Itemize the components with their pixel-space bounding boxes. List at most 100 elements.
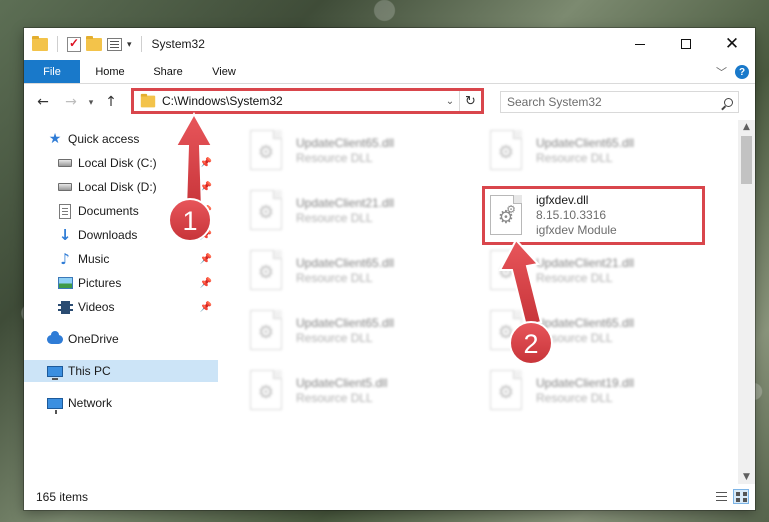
sidebar-item-local-disk-d[interactable]: Local Disk (D:) 📌 <box>24 176 218 198</box>
up-button[interactable]: ↑ <box>100 91 122 113</box>
sidebar-item-label: Documents <box>78 204 139 218</box>
onedrive-icon <box>47 330 63 347</box>
close-button[interactable]: ✕ <box>709 28 755 60</box>
dll-file-icon: ⚙ <box>250 370 282 410</box>
tiles-view-button[interactable] <box>733 489 749 504</box>
file-name: UpdateClient65.dll <box>536 315 635 330</box>
vertical-scrollbar[interactable]: ▲ ▼ <box>738 120 755 484</box>
file-name: UpdateClient65.dll <box>296 255 395 270</box>
address-dropdown-icon[interactable]: ⌄ <box>441 96 459 107</box>
tiles-view-icon <box>735 491 747 502</box>
address-path[interactable]: C:\Windows\System32 <box>162 94 441 108</box>
dll-file-icon: ⚙ <box>250 130 282 170</box>
maximize-button[interactable] <box>663 28 709 60</box>
sidebar-item-quick-access[interactable]: ★ Quick access <box>24 128 218 150</box>
music-icon: ♪ <box>60 250 70 268</box>
window-controls: ✕ <box>617 28 755 60</box>
network-icon <box>47 395 63 414</box>
file-list: ⚙ UpdateClient65.dll Resource DLL ⚙ Updat… <box>218 120 738 484</box>
folder-icon <box>140 93 156 107</box>
back-button[interactable]: ← <box>32 91 54 113</box>
file-item[interactable]: ⚙ UpdateClient65.dll Resource DLL <box>482 304 704 356</box>
dll-file-icon: ⚙ <box>250 190 282 230</box>
tab-share[interactable]: Share <box>140 60 196 83</box>
file-item[interactable]: ⚙ UpdateClient5.dll Resource DLL <box>242 364 464 416</box>
sidebar-item-documents[interactable]: Documents 📌 <box>24 200 218 222</box>
sidebar-item-videos[interactable]: Videos 📌 <box>24 296 218 318</box>
tab-file[interactable]: File <box>24 60 80 83</box>
this-pc-icon <box>47 363 63 380</box>
tab-view[interactable]: View <box>196 60 252 83</box>
scroll-up-button[interactable]: ▲ <box>738 120 755 134</box>
item-count: 165 items <box>36 490 89 504</box>
sidebar-item-label: Network <box>68 396 113 410</box>
search-icon[interactable] <box>718 97 738 107</box>
downloads-icon: ↓ <box>58 226 72 244</box>
refresh-icon[interactable]: ↻ <box>459 91 481 111</box>
pin-icon[interactable]: 📌 <box>200 158 212 169</box>
tab-home[interactable]: Home <box>80 60 140 83</box>
pin-icon[interactable]: 📌 <box>200 302 212 313</box>
file-item[interactable]: ⚙ UpdateClient65.dll Resource DLL <box>482 124 704 176</box>
help-icon[interactable]: ? <box>735 65 749 79</box>
sidebar-item-label: Local Disk (D:) <box>78 180 157 194</box>
sidebar-item-onedrive[interactable]: OneDrive <box>24 328 218 350</box>
ribbon-tabs: File Home Share View ﹀ ? <box>24 60 755 84</box>
expand-ribbon-icon[interactable]: ﹀ <box>716 64 727 80</box>
sidebar-item-music[interactable]: ♪ Music 📌 <box>24 248 218 270</box>
search-box[interactable] <box>500 91 739 113</box>
file-item[interactable]: ⚙ UpdateClient65.dll Resource DLL <box>242 244 464 296</box>
dll-file-icon: ⚙ <box>250 250 282 290</box>
pin-icon[interactable]: 📌 <box>200 182 212 193</box>
file-type: Resource DLL <box>296 270 373 285</box>
file-item[interactable]: ⚙ UpdateClient21.dll Resource DLL <box>482 244 704 296</box>
scroll-thumb[interactable] <box>741 136 752 184</box>
details-view-button[interactable] <box>713 489 729 504</box>
forward-button[interactable]: → <box>60 91 82 113</box>
dll-file-icon: ⚙ <box>250 310 282 350</box>
sidebar-item-pictures[interactable]: Pictures 📌 <box>24 272 218 294</box>
recent-locations-button[interactable]: ▾ <box>84 97 98 108</box>
file-item[interactable]: ⚙ UpdateClient65.dll Resource DLL <box>242 304 464 356</box>
chevron-down-icon[interactable]: ▾ <box>127 39 132 50</box>
sidebar-item-network[interactable]: Network <box>24 392 218 414</box>
address-bar[interactable]: C:\Windows\System32 ⌄ ↻ <box>131 88 484 114</box>
sidebar-item-label: Pictures <box>78 276 122 290</box>
pin-icon[interactable]: 📌 <box>200 254 212 265</box>
new-folder-icon[interactable] <box>86 35 102 51</box>
up-arrow-icon: ↑ <box>105 94 117 110</box>
file-item[interactable]: ⚙ UpdateClient65.dll Resource DLL <box>242 124 464 176</box>
sidebar-item-local-disk-c[interactable]: Local Disk (C:) 📌 <box>24 152 218 174</box>
divider <box>57 36 58 52</box>
folder-icon[interactable] <box>32 35 48 51</box>
pin-icon[interactable]: 📌 <box>200 206 212 217</box>
dll-file-icon: ⚙ <box>490 250 522 290</box>
scroll-down-button[interactable]: ▼ <box>738 470 755 484</box>
file-name: UpdateClient65.dll <box>296 315 395 330</box>
properties-icon[interactable] <box>107 37 122 51</box>
file-name: UpdateClient5.dll <box>296 375 388 390</box>
properties-check-icon[interactable] <box>67 36 81 52</box>
sidebar-item-label: This PC <box>68 364 111 378</box>
videos-icon <box>57 299 73 315</box>
file-type: Resource DLL <box>536 330 613 345</box>
sidebar-item-label: Videos <box>78 300 115 314</box>
sidebar-item-label: Downloads <box>78 228 138 242</box>
quick-access-toolbar: ▾ <box>24 35 146 52</box>
navigation-pane: ★ Quick access Local Disk (C:) 📌 Local D… <box>24 120 218 484</box>
pin-icon[interactable]: 📌 <box>200 278 212 289</box>
forward-arrow-icon: → <box>65 94 77 110</box>
title-bar: ▾ System32 ✕ <box>24 28 755 60</box>
sidebar-item-this-pc[interactable]: This PC <box>24 360 218 382</box>
search-input[interactable] <box>501 95 718 109</box>
file-type: Resource DLL <box>296 330 373 345</box>
file-item[interactable]: ⚙ UpdateClient19.dll Resource DLL <box>482 364 704 416</box>
sidebar-item-downloads[interactable]: ↓ Downloads 📌 <box>24 224 218 246</box>
pin-icon[interactable]: 📌 <box>200 230 212 241</box>
sidebar-item-label: Music <box>78 252 110 266</box>
minimize-button[interactable] <box>617 28 663 60</box>
navigation-bar: ← → ▾ ↑ C:\Windows\System32 ⌄ ↻ <box>24 85 755 119</box>
file-item[interactable]: ⚙ UpdateClient21.dll Resource DLL <box>242 184 464 236</box>
sidebar-item-label: OneDrive <box>68 332 119 346</box>
dll-file-icon: ⚙ <box>490 310 522 350</box>
